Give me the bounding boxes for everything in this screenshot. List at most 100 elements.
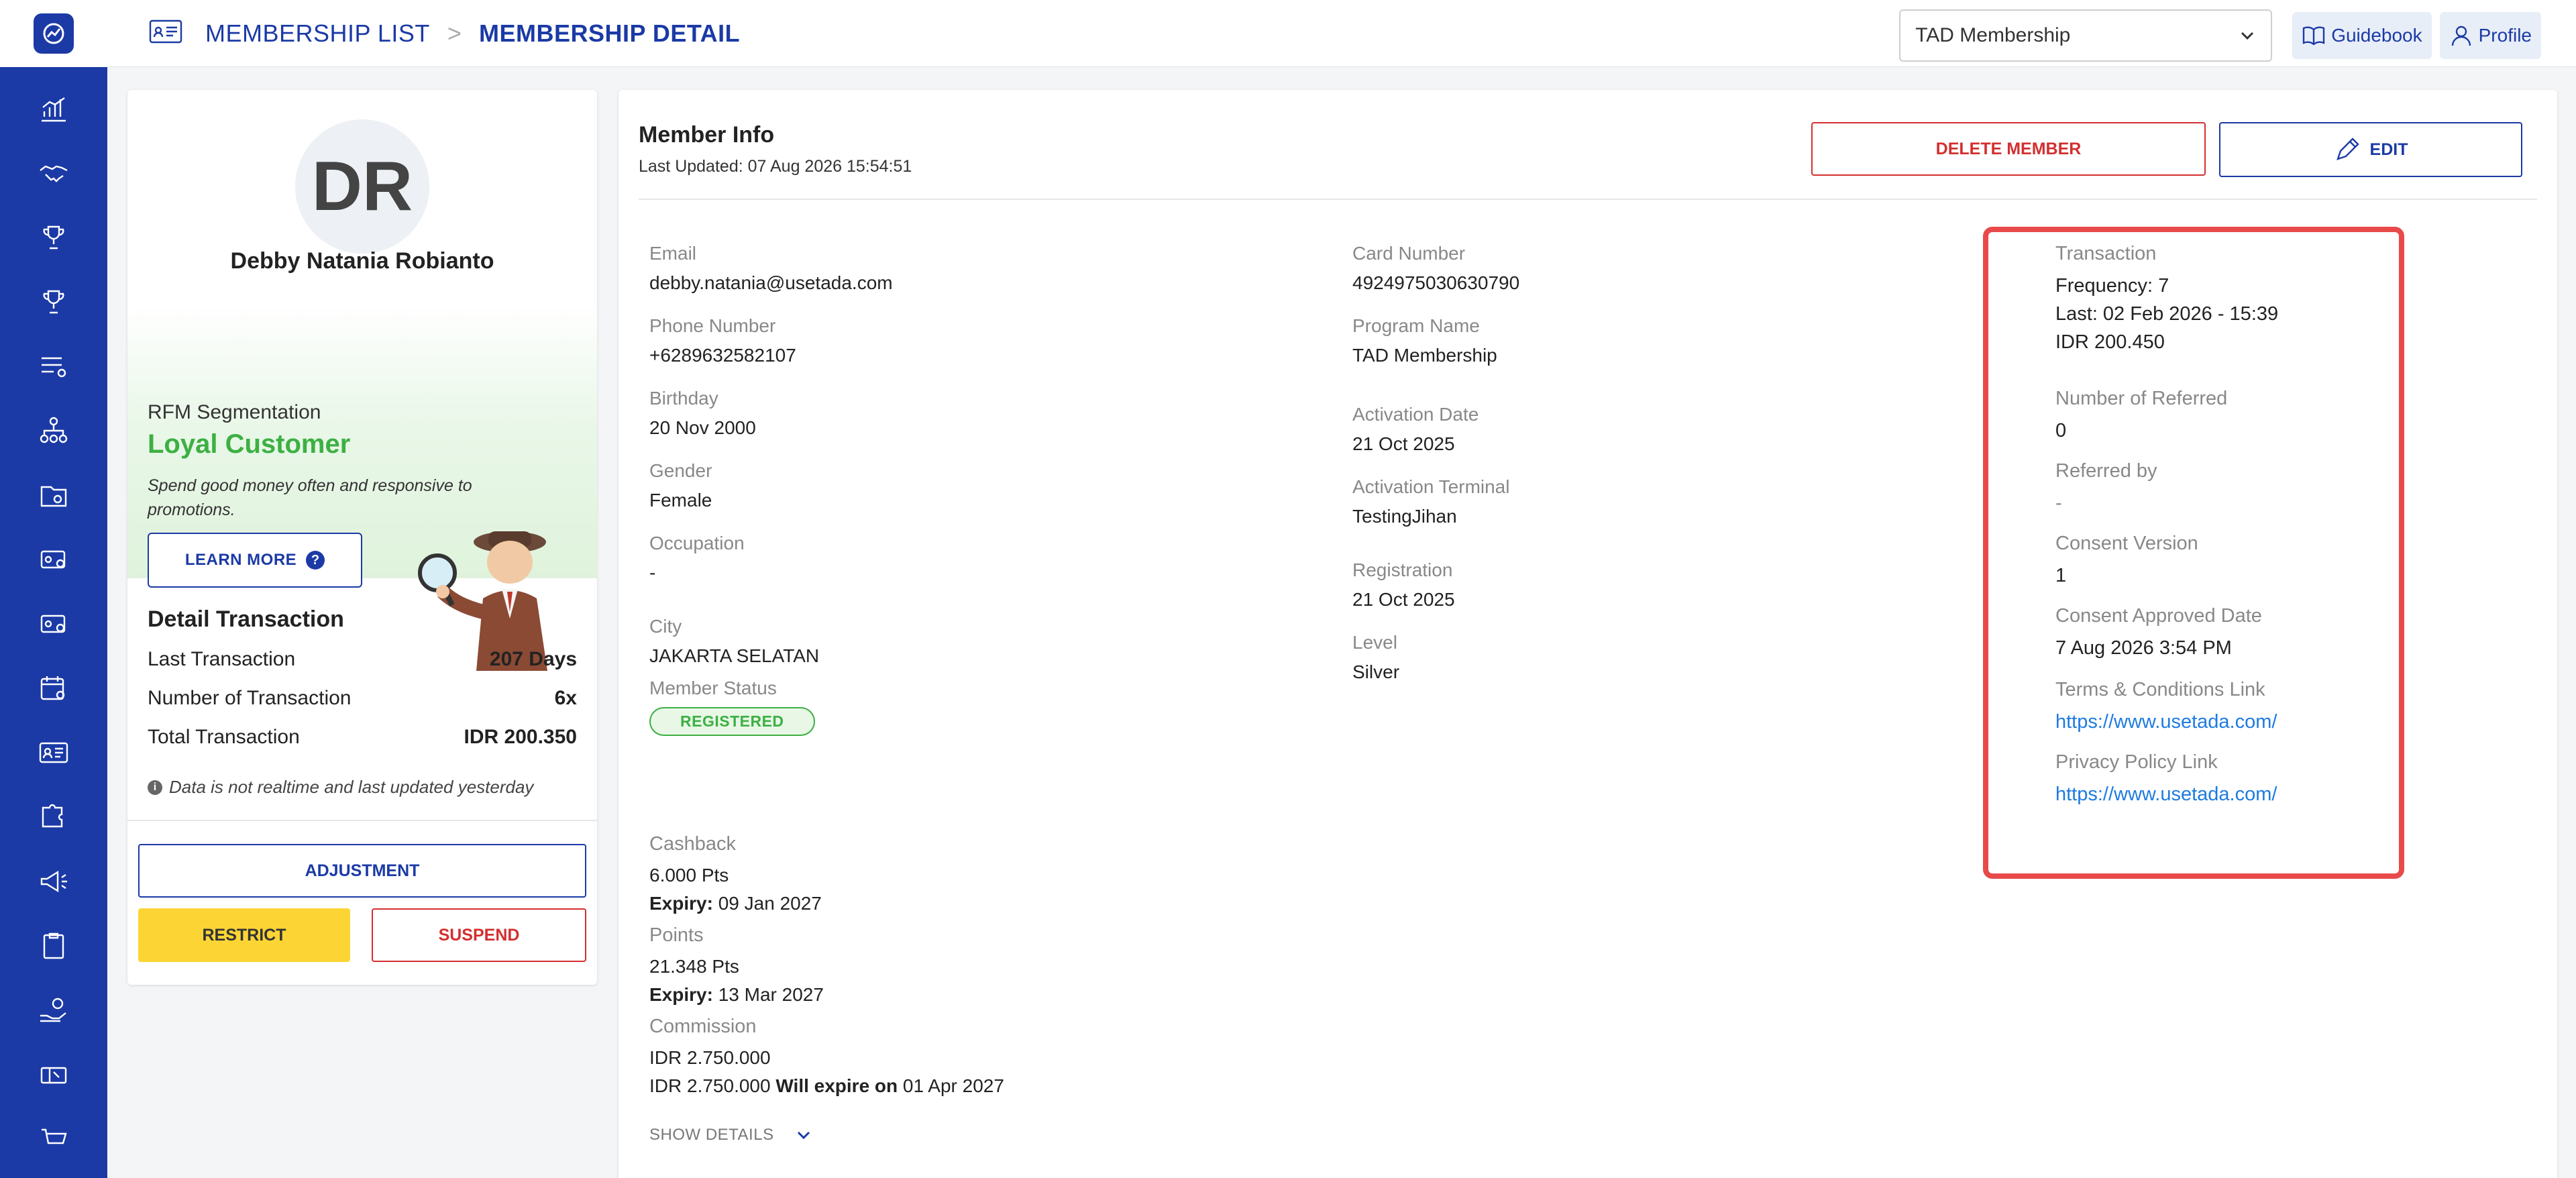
avatar: DR [295,119,429,254]
restrict-button[interactable]: RESTRICT [138,908,350,962]
sidebar [0,0,107,1178]
gender-value: Female [649,490,712,511]
referred-value: 0 [2055,420,2067,441]
rfm-label: RFM Segmentation [148,401,321,423]
number-of-transaction-value: 6x [554,687,577,709]
nav-integration[interactable] [0,785,107,849]
nav-shop[interactable] [0,1107,107,1171]
adjustment-button[interactable]: ADJUSTMENT [138,844,586,898]
learn-more-label: LEARN MORE [184,551,297,569]
activation-date-field: Activation Date 21 Oct 2025 [1352,404,1479,455]
divider [127,820,597,821]
info-icon: i [148,780,162,795]
nav-dashboard[interactable] [0,76,107,141]
nav-calendar[interactable] [0,656,107,720]
total-transaction-row: Total Transaction IDR 200.350 [148,726,577,749]
cashback-label: Cashback [649,833,736,855]
card-gear-icon [40,614,66,633]
activation-terminal-label: Activation Terminal [1352,476,1510,497]
nav-loyalty-2[interactable] [0,270,107,334]
city-value: JAKARTA SELATAN [649,645,820,666]
clipboard-icon [43,932,64,959]
status-badge: REGISTERED [649,707,815,736]
consent-date-field: Consent Approved Date 7 Aug 2026 3:54 PM [2055,605,2262,662]
registration-label: Registration [1352,559,1453,580]
question-icon: ? [306,551,325,570]
nav-rules[interactable] [0,334,107,398]
gender-label: Gender [649,460,712,481]
terms-label: Terms & Conditions Link [2055,679,2265,700]
edit-button[interactable]: EDIT [2219,122,2522,177]
megaphone-icon [40,870,67,893]
privacy-link[interactable]: https://www.usetada.com/ [2055,780,2277,808]
level-field: Level Silver [1352,632,1399,683]
learn-more-button[interactable]: LEARN MORE ? [148,533,362,588]
activation-date-value: 21 Oct 2025 [1352,433,1455,454]
consent-version-value: 1 [2055,565,2067,586]
suspend-button[interactable]: SUSPEND [372,908,586,962]
nav-membership[interactable] [0,720,107,785]
guidebook-button[interactable]: Guidebook [2292,12,2432,59]
activation-terminal-value: TestingJihan [1352,506,1457,527]
user-icon [2451,25,2471,46]
nav-organization[interactable] [0,398,107,463]
member-info-card: Member Info Last Updated: 07 Aug 2026 15… [619,90,2557,1178]
cashback-expiry-label: Expiry: [649,893,713,914]
nav-cards-1[interactable] [0,527,107,592]
commission-label: Commission [649,1016,757,1037]
phone-value: +6289632582107 [649,345,796,366]
cart-icon [42,1128,67,1144]
top-header: MEMBERSHIP LIST > MEMBERSHIP DETAIL TAD … [107,0,2576,67]
handshake-icon [40,165,68,182]
last-transaction-value: 207 Days [489,648,577,670]
transaction-last: Last: 02 Feb 2026 - 15:39 [2055,303,2279,325]
breadcrumb-separator: > [447,19,462,47]
member-name: Debby Natania Robianto [230,248,494,274]
data-note-text: Data is not realtime and last updated ye… [169,777,534,797]
chevron-down-icon [2241,32,2254,40]
cashback-expiry-date: 09 Jan 2027 [718,893,822,914]
nav-campaign[interactable] [0,849,107,914]
commission-expiry: IDR 2.750.000 Will expire on 01 Apr 2027 [649,1075,1004,1097]
last-updated: Last Updated: 07 Aug 2026 15:54:51 [639,157,912,176]
email-label: Email [649,243,697,264]
points-expiry: Expiry: 13 Mar 2027 [649,984,824,1006]
calendar-gear-icon [40,676,65,700]
program-select[interactable]: TAD Membership [1899,9,2273,62]
id-card-icon [149,18,182,48]
delete-member-button[interactable]: DELETE MEMBER [1811,122,2206,176]
total-transaction-label: Total Transaction [148,726,300,748]
nav-payout[interactable] [0,978,107,1042]
city-field: City JAKARTA SELATAN [649,616,819,667]
consent-version-label: Consent Version [2055,533,2198,554]
nav-orders[interactable] [0,914,107,978]
detail-transaction-title: Detail Transaction [148,606,344,632]
points-expiry-label: Expiry: [649,984,713,1005]
terms-link[interactable]: https://www.usetada.com/ [2055,708,2277,736]
card-number-label: Card Number [1352,243,1466,264]
card-number-field: Card Number 4924975030630790 [1352,243,1519,294]
nav-voucher[interactable] [0,1042,107,1107]
nav-partnership[interactable] [0,141,107,205]
nav-loyalty-1[interactable] [0,205,107,270]
cashback-value: 6.000 Pts [649,865,729,886]
city-label: City [649,616,682,637]
member-status-field: Member Status REGISTERED [649,678,815,736]
referred-field: Number of Referred 0 [2055,388,2227,445]
referred-label: Number of Referred [2055,388,2228,409]
nav-cards-2[interactable] [0,592,107,656]
terms-field: Terms & Conditions Link https://www.uset… [2055,679,2277,736]
last-transaction-label: Last Transaction [148,648,296,670]
program-select-value: TAD Membership [1915,24,2071,46]
consent-version-field: Consent Version 1 [2055,533,2198,590]
points-expiry-date: 13 Mar 2027 [718,984,824,1005]
points-value: 21.348 Pts [649,956,739,977]
profile-button[interactable]: Profile [2439,12,2541,59]
breadcrumb-membership-list[interactable]: MEMBERSHIP LIST [205,19,430,48]
app-logo[interactable] [0,0,107,67]
level-value: Silver [1352,661,1400,682]
phone-label: Phone Number [649,315,776,336]
nav-files[interactable] [0,463,107,527]
birthday-value: 20 Nov 2000 [649,417,756,438]
show-details-toggle[interactable]: SHOW DETAILS [649,1126,813,1144]
